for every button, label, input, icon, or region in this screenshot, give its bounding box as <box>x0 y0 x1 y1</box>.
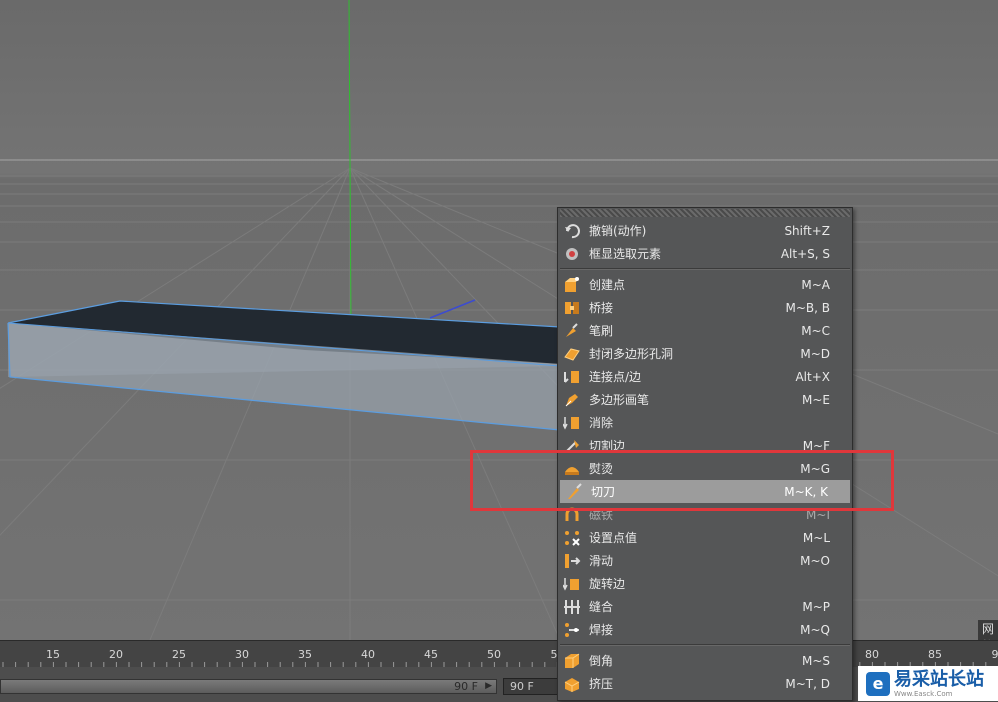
menu-item-shortcut: M~P <box>760 600 830 614</box>
menu-item-shortcut: M~K, K <box>758 485 828 499</box>
menu-item-shortcut: M~E <box>760 393 830 407</box>
menu-item-label: 熨烫 <box>589 460 760 477</box>
undo-icon <box>563 222 581 240</box>
menu-item-label: 桥接 <box>589 299 760 316</box>
menu-item-shortcut: Alt+X <box>760 370 830 384</box>
menu-item-label: 缝合 <box>589 598 760 615</box>
menu-item-stitch[interactable]: 缝合M~P <box>558 595 852 618</box>
mesh-context-menu: 撤销(动作)Shift+Z框显选取元素Alt+S, S创建点M~A桥接M~B, … <box>557 207 853 701</box>
menu-item-iron[interactable]: 熨烫M~G <box>558 457 852 480</box>
menu-item-magnet[interactable]: 磁铁M~I <box>558 503 852 526</box>
create-point-icon <box>563 276 581 294</box>
menu-item-shortcut: M~I <box>760 508 830 522</box>
menu-item-shortcut: Shift+Z <box>760 224 830 238</box>
menu-item-label: 切割边 <box>589 437 760 454</box>
menu-separator <box>560 268 850 270</box>
menu-item-bevel[interactable]: 倒角M~S <box>558 649 852 672</box>
edge-cut-icon <box>563 437 581 455</box>
spin-edge-icon <box>563 575 581 593</box>
dissolve-icon <box>563 414 581 432</box>
magnet-icon <box>563 506 581 524</box>
watermark-sub: Www.Easck.Com <box>894 690 984 698</box>
menu-item-label: 切刀 <box>591 483 758 500</box>
slide-icon <box>563 552 581 570</box>
menu-item-label: 设置点值 <box>589 529 760 546</box>
menu-item-weld[interactable]: 焊接M~Q <box>558 618 852 641</box>
set-point-value-icon <box>563 529 581 547</box>
menu-item-label: 倒角 <box>589 652 760 669</box>
frame-end-field[interactable]: 90 F <box>503 678 559 695</box>
menu-item-shortcut: M~O <box>760 554 830 568</box>
menu-item-create-point[interactable]: 创建点M~A <box>558 273 852 296</box>
menu-item-spin-edge[interactable]: 旋转边 <box>558 572 852 595</box>
knife-icon <box>565 483 583 501</box>
menu-item-frame-selection[interactable]: 框显选取元素Alt+S, S <box>558 242 852 265</box>
menu-item-label: 笔刷 <box>589 322 760 339</box>
menu-item-shortcut: M~G <box>760 462 830 476</box>
menu-item-shortcut: M~Q <box>760 623 830 637</box>
polygon-pen-icon <box>563 391 581 409</box>
menu-item-label: 连接点/边 <box>589 368 760 385</box>
menu-grip[interactable] <box>560 209 850 217</box>
menu-item-label: 消除 <box>589 414 760 431</box>
connect-icon <box>563 368 581 386</box>
menu-item-label: 挤压 <box>589 675 760 692</box>
watermark-name: 易采站长站 <box>894 670 984 690</box>
menu-item-connect[interactable]: 连接点/边Alt+X <box>558 365 852 388</box>
menu-separator <box>560 644 850 646</box>
bevel-icon <box>563 652 581 670</box>
bridge-icon <box>563 299 581 317</box>
weld-icon <box>563 621 581 639</box>
menu-item-shortcut: M~A <box>760 278 830 292</box>
menu-item-knife[interactable]: 切刀M~K, K <box>560 480 850 503</box>
extrude-icon <box>563 675 581 693</box>
menu-item-extrude[interactable]: 挤压M~T, D <box>558 672 852 695</box>
menu-item-set-point-value[interactable]: 设置点值M~L <box>558 526 852 549</box>
menu-item-label: 焊接 <box>589 621 760 638</box>
menu-item-label: 撤销(动作) <box>589 222 760 239</box>
menu-item-label: 多边形画笔 <box>589 391 760 408</box>
menu-item-undo[interactable]: 撤销(动作)Shift+Z <box>558 219 852 242</box>
menu-item-label: 滑动 <box>589 552 760 569</box>
menu-item-bridge[interactable]: 桥接M~B, B <box>558 296 852 319</box>
menu-items: 撤销(动作)Shift+Z框显选取元素Alt+S, S创建点M~A桥接M~B, … <box>558 219 852 695</box>
menu-item-shortcut: M~T, D <box>760 677 830 691</box>
menu-item-dissolve[interactable]: 消除 <box>558 411 852 434</box>
menu-item-shortcut: M~B, B <box>760 301 830 315</box>
brush-icon <box>563 322 581 340</box>
menu-item-label: 磁铁 <box>589 506 760 523</box>
menu-item-close-hole[interactable]: 封闭多边形孔洞M~D <box>558 342 852 365</box>
menu-item-shortcut: Alt+S, S <box>760 247 830 261</box>
menu-item-shortcut: M~D <box>760 347 830 361</box>
menu-item-label: 框显选取元素 <box>589 245 760 262</box>
menu-item-label: 旋转边 <box>589 575 760 592</box>
menu-item-slide[interactable]: 滑动M~O <box>558 549 852 572</box>
menu-item-shortcut: M~F <box>760 439 830 453</box>
menu-item-shortcut: M~S <box>760 654 830 668</box>
close-hole-icon <box>563 345 581 363</box>
menu-item-shortcut: M~C <box>760 324 830 338</box>
watermark: e 易采站长站 Www.Easck.Com <box>858 666 998 701</box>
menu-item-label: 封闭多边形孔洞 <box>589 345 760 362</box>
watermark-logo-icon: e <box>866 672 890 696</box>
menu-item-shortcut: M~L <box>760 531 830 545</box>
menu-item-polygon-pen[interactable]: 多边形画笔M~E <box>558 388 852 411</box>
play-arrow-icon[interactable]: ▶ <box>485 680 492 693</box>
stitch-icon <box>563 598 581 616</box>
menu-item-label: 创建点 <box>589 276 760 293</box>
frame-selection-icon <box>563 245 581 263</box>
timeline-range-bar[interactable]: 90 F ▶ <box>0 679 497 694</box>
menu-item-brush[interactable]: 笔刷M~C <box>558 319 852 342</box>
frame-end-label: 90 F <box>454 680 478 693</box>
menu-item-edge-cut[interactable]: 切割边M~F <box>558 434 852 457</box>
iron-icon <box>563 460 581 478</box>
